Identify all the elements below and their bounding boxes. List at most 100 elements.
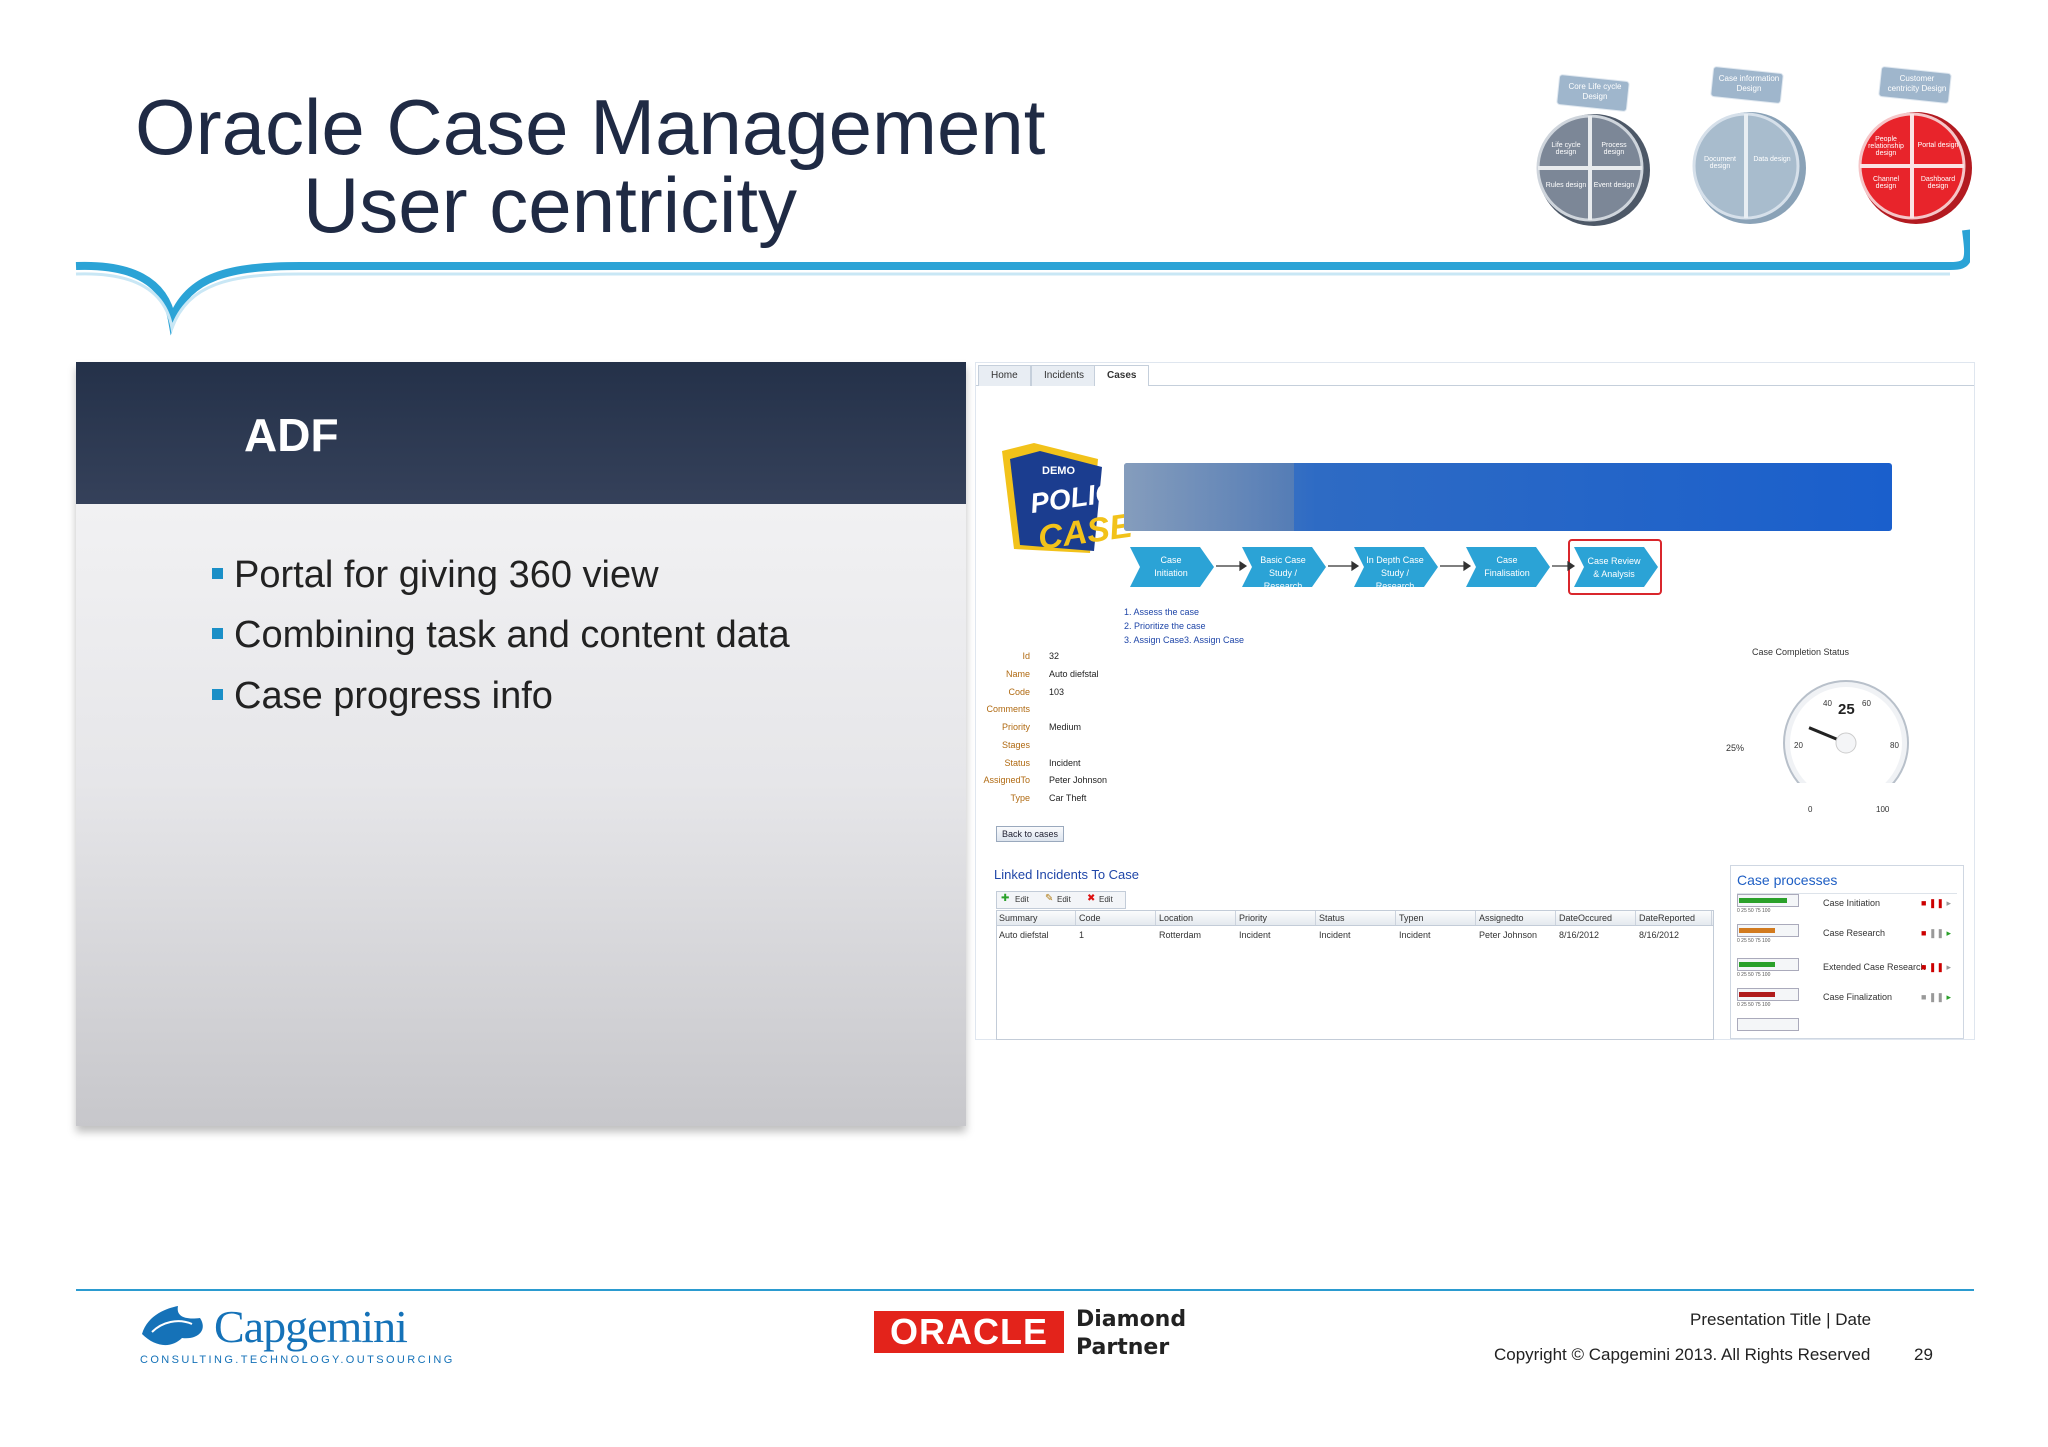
process-controls-icon[interactable]: ■ ❚❚ ▸ (1921, 898, 1951, 909)
segment-label: Dashboard design (1920, 176, 1956, 190)
case-information-design-graphic: Case information Design Document design … (1684, 62, 1814, 232)
process-controls-icon[interactable]: ■ ❚❚ ▸ (1921, 962, 1951, 973)
step-label: & Analysis (1593, 569, 1635, 579)
gauge-tick: 60 (1862, 699, 1871, 708)
table-cell: Peter Johnson (1479, 930, 1538, 940)
gauge-tick: 0 (1808, 805, 1813, 814)
field-label: Stages (1001, 740, 1030, 750)
progress-ticks: 0 25 50 75 100 (1737, 908, 1771, 914)
field-label: AssignedTo (983, 775, 1030, 785)
case-detail-form: Id 32 Name Auto diefstal Code 103 Comments … (976, 651, 1176, 803)
case-processes-title: Case processes (1737, 872, 1838, 888)
process-label[interactable]: Case Research (1823, 928, 1885, 938)
case-information-tab-label: Case information Design (1718, 74, 1780, 93)
column-header[interactable]: Summary (997, 911, 1076, 925)
segment-label: Event design (1593, 182, 1635, 189)
table-cell: Rotterdam (1159, 930, 1202, 940)
linked-toolbar: ✚ Edit ✎ Edit ✖ Edit (996, 891, 1126, 909)
delete-icon[interactable]: ✖ (1087, 893, 1095, 904)
police-case-logo: DEMO POLICE CASE (994, 441, 1136, 561)
spade-icon (142, 1306, 203, 1346)
pencil-icon[interactable]: ✎ (1045, 893, 1053, 904)
field-label: Priority (1001, 722, 1030, 732)
gauge-percent-label: 25% (1726, 743, 1745, 753)
footer-divider (76, 1289, 1974, 1291)
capgemini-name: Capgemini (214, 1301, 408, 1352)
process-controls-icon[interactable]: ■ ❚❚ ▸ (1921, 992, 1951, 1003)
step-label: Case (1160, 555, 1182, 565)
column-header[interactable]: Code (1077, 911, 1156, 925)
segment-label: Data design (1753, 156, 1791, 163)
task-item[interactable]: 2. Prioritize the case (1124, 619, 1244, 633)
field-row-comments: Comments (976, 704, 1106, 718)
progress-fill (1739, 962, 1775, 967)
case-processes-panel: Case processes 0 25 50 75 100 Case Initi… (1730, 865, 1964, 1039)
field-value: Incident (1049, 758, 1081, 768)
table-cell: 1 (1079, 930, 1085, 940)
table-row[interactable]: Auto diefstal 1 Rotterdam Incident Incid… (997, 928, 1713, 942)
field-value: Auto diefstal (1049, 669, 1099, 679)
step-case-initiation[interactable]: Case Initiation (1130, 543, 1216, 591)
partner-line: Partner (1076, 1335, 1170, 1360)
segment-label: People relationship design (1868, 136, 1904, 157)
header-swoosh (75, 229, 1970, 336)
step-connectors (1216, 560, 1576, 572)
back-to-cases-button[interactable]: Back to cases (996, 826, 1065, 842)
field-row-name: Name Auto diefstal (976, 669, 1106, 683)
task-list: 1. Assess the case 2. Prioritize the cas… (1124, 605, 1244, 647)
field-label: Status (1004, 758, 1030, 768)
field-row-priority: Priority Medium (976, 722, 1106, 736)
table-cell: Incident (1399, 930, 1431, 940)
logo-demo-text: DEMO (1042, 465, 1075, 477)
progress-fill (1739, 928, 1775, 933)
process-controls-icon[interactable]: ■ ❚❚ ▸ (1921, 928, 1951, 939)
segment-label: Process design (1601, 142, 1627, 156)
task-item[interactable]: 1. Assess the case (1124, 605, 1244, 619)
task-item[interactable]: 3. Assign Case3. Assign Case (1124, 633, 1244, 647)
step-label: Case Review (1587, 556, 1641, 566)
column-header[interactable]: DateReported (1637, 911, 1712, 925)
step-label: Initiation (1154, 568, 1188, 578)
table-cell: Incident (1239, 930, 1271, 940)
adf-heading: ADF (244, 409, 339, 461)
progress-fill (1739, 992, 1775, 997)
process-label[interactable]: Extended Case Research (1823, 962, 1926, 972)
field-row-stages: Stages (976, 740, 1106, 754)
field-label: Comments (986, 704, 1030, 714)
segment-label: Channel design (1872, 176, 1900, 190)
oracle-logo: ORACLE (874, 1311, 1064, 1353)
core-lifecycle-design-graphic: Core Life cycle Design Life cycle design… (1530, 70, 1660, 230)
adf-panel-header: ADF (76, 362, 966, 504)
edit-button[interactable]: Edit (1057, 895, 1071, 904)
customer-centricity-design-graphic: Customer centricity Design People relati… (1850, 62, 1980, 232)
tab-cases[interactable]: Cases (1094, 365, 1150, 386)
field-label: Id (1022, 651, 1030, 661)
gauge-tick: 20 (1794, 741, 1803, 750)
table-cell: 8/16/2012 (1559, 930, 1600, 940)
step-case-review-analysis[interactable]: Case Review & Analysis (1568, 539, 1662, 595)
progress-ticks: 0 25 50 75 100 (1737, 972, 1771, 978)
column-header[interactable]: Status (1317, 911, 1396, 925)
column-header[interactable]: Location (1157, 911, 1236, 925)
add-icon[interactable]: ✚ (1001, 893, 1009, 904)
adf-panel: ADF Portal for giving 360 view Combining… (76, 362, 966, 1126)
column-header[interactable]: Priority (1237, 911, 1316, 925)
process-label[interactable]: Case Initiation (1823, 898, 1880, 908)
process-label[interactable]: Case Finalization (1823, 992, 1892, 1002)
column-header[interactable]: Typen (1397, 911, 1476, 925)
field-value: Medium (1049, 722, 1082, 732)
column-header[interactable]: Assignedto (1477, 911, 1556, 925)
edit-button[interactable]: Edit (1015, 895, 1029, 904)
gauge-title: Case Completion Status (1752, 647, 1850, 657)
progress-bar (1737, 958, 1799, 971)
bullet-text: Combining task and content data (234, 614, 790, 656)
bullet-text: Case progress info (234, 675, 553, 717)
tab-incidents[interactable]: Incidents (1031, 365, 1098, 386)
field-row-status: Status Incident (976, 758, 1106, 772)
bullet-text: Portal for giving 360 view (234, 554, 659, 596)
column-header[interactable]: DateOccured (1557, 911, 1636, 925)
edit-button[interactable]: Edit (1099, 895, 1113, 904)
tab-home[interactable]: Home (978, 365, 1031, 386)
police-case-app-screenshot: Home Incidents Cases DEMO POLICE CASE Ca… (975, 362, 1975, 1040)
field-label: Type (1010, 793, 1030, 803)
